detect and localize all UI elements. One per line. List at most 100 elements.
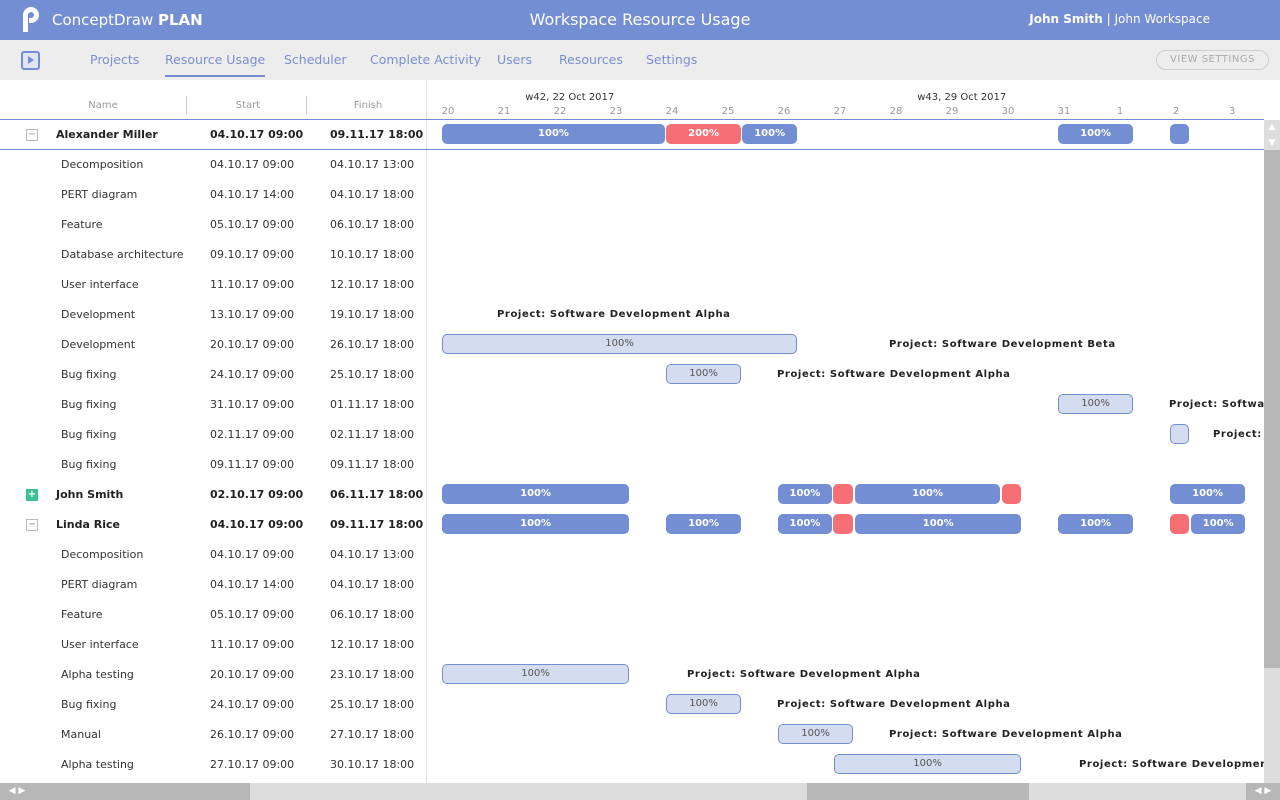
row-name: Database architecture (61, 248, 184, 261)
scroll-left-right-icon[interactable]: ◀ ▶ (0, 783, 34, 800)
day-label: 28 (886, 106, 906, 117)
expand-icon[interactable]: + (26, 489, 38, 501)
column-resizer[interactable] (186, 96, 187, 114)
scroll-left-right-icon[interactable]: ◀ ▶ (1246, 783, 1280, 800)
row-start: 11.10.17 09:00 (210, 638, 294, 651)
row-name: Decomposition (61, 158, 143, 171)
column-finish[interactable]: Finish (308, 100, 428, 111)
row-start: 09.11.17 09:00 (210, 458, 294, 471)
overload-bar[interactable] (1170, 514, 1189, 534)
tab-complete-activity[interactable]: Complete Activity (370, 52, 481, 67)
day-label: 21 (494, 106, 514, 117)
scroll-up-icon[interactable]: ▲ (1264, 122, 1280, 132)
tab-users[interactable]: Users (497, 52, 532, 67)
workspace-name[interactable]: John Workspace (1115, 12, 1211, 26)
project-label: Project: Software Development Beta (1079, 759, 1264, 770)
row-name: Bug fixing (61, 398, 116, 411)
day-label: 1 (1110, 106, 1130, 117)
project-label: Project: Software Development Alpha (497, 309, 731, 320)
row-name: Manual (61, 728, 101, 741)
tab-settings[interactable]: Settings (646, 52, 697, 67)
user-name[interactable]: John Smith (1029, 12, 1103, 26)
row-name: User interface (61, 278, 139, 291)
usage-bar[interactable]: 100% (442, 514, 629, 534)
row-start: 04.10.17 14:00 (210, 188, 294, 201)
row-finish: 12.10.17 18:00 (330, 278, 414, 291)
gantt-chart: 100%200%100%100%Project: Software Develo… (427, 120, 1264, 783)
row-finish: 30.10.17 18:00 (330, 758, 414, 771)
usage-bar[interactable]: 100% (742, 124, 797, 144)
task-bar[interactable]: 100% (1058, 394, 1133, 414)
usage-bar[interactable]: 100% (778, 514, 832, 534)
week-label: w43, 29 Oct 2017 (917, 92, 1006, 103)
usage-bar[interactable]: 100% (1058, 514, 1133, 534)
row-finish: 04.10.17 18:00 (330, 578, 414, 591)
usage-bar[interactable]: 100% (855, 484, 1000, 504)
overload-bar[interactable] (833, 514, 853, 534)
task-bar[interactable]: 100% (442, 334, 797, 354)
vertical-scrollbar-thumb[interactable] (1264, 150, 1280, 668)
day-label: 3 (1222, 106, 1242, 117)
usage-bar[interactable]: 100% (855, 514, 1021, 534)
usage-bar[interactable]: 100% (1170, 484, 1245, 504)
tab-scheduler[interactable]: Scheduler (284, 52, 347, 67)
task-bar[interactable]: 100% (834, 754, 1021, 774)
task-bar[interactable] (1170, 424, 1189, 444)
project-label: Project: Software Development Alpha (777, 699, 1011, 710)
task-bar[interactable]: 100% (442, 664, 629, 684)
row-start: 02.11.17 09:00 (210, 428, 294, 441)
overload-bar[interactable] (1002, 484, 1021, 504)
row-finish: 01.11.17 18:00 (330, 398, 414, 411)
tab-projects[interactable]: Projects (90, 52, 139, 67)
scroll-down-icon[interactable]: ▼ (1264, 138, 1280, 148)
view-settings-button[interactable]: VIEW SETTINGS (1156, 50, 1269, 70)
row-finish: 04.10.17 13:00 (330, 158, 414, 171)
row-name: PERT diagram (61, 188, 137, 201)
usage-bar[interactable] (1170, 124, 1189, 144)
day-label: 25 (718, 106, 738, 117)
day-label: 2 (1166, 106, 1186, 117)
usage-bar[interactable]: 100% (1058, 124, 1133, 144)
row-name: Alpha testing (61, 668, 134, 681)
task-bar[interactable]: 100% (778, 724, 853, 744)
gantt-scrollbar-thumb[interactable] (807, 783, 1029, 800)
row-finish: 09.11.17 18:00 (330, 518, 423, 531)
usage-bar[interactable]: 100% (778, 484, 832, 504)
overload-bar[interactable]: 200% (666, 124, 741, 144)
row-start: 27.10.17 09:00 (210, 758, 294, 771)
day-label: 26 (774, 106, 794, 117)
tab-resources[interactable]: Resources (559, 52, 623, 67)
overload-bar[interactable] (833, 484, 853, 504)
task-bar[interactable]: 100% (666, 364, 741, 384)
tab-resource-usage[interactable]: Resource Usage (165, 52, 265, 77)
usage-bar[interactable]: 100% (442, 124, 665, 144)
task-bar[interactable]: 100% (666, 694, 741, 714)
column-resizer[interactable] (306, 96, 307, 114)
row-start: 04.10.17 14:00 (210, 578, 294, 591)
row-name: Alpha testing (61, 758, 134, 771)
collapse-icon[interactable]: − (26, 519, 38, 531)
column-name[interactable]: Name (60, 100, 146, 111)
row-start: 26.10.17 09:00 (210, 728, 294, 741)
column-start[interactable]: Start (188, 100, 308, 111)
row-finish: 23.10.17 18:00 (330, 668, 414, 681)
row-start: 13.10.17 09:00 (210, 308, 294, 321)
row-start: 11.10.17 09:00 (210, 278, 294, 291)
project-label: Project: Software Development Beta (889, 339, 1116, 350)
row-finish: 25.10.17 18:00 (330, 368, 414, 381)
usage-bar[interactable]: 100% (1191, 514, 1245, 534)
sidebar-toggle-icon[interactable] (21, 51, 40, 70)
usage-bar[interactable]: 100% (442, 484, 629, 504)
row-name: Bug fixing (61, 428, 116, 441)
row-name: PERT diagram (61, 578, 137, 591)
row-start: 20.10.17 09:00 (210, 338, 294, 351)
row-finish: 09.11.17 18:00 (330, 458, 414, 471)
left-scrollbar-thumb[interactable] (34, 783, 250, 800)
usage-bar[interactable]: 100% (666, 514, 741, 534)
collapse-icon[interactable]: − (26, 129, 38, 141)
project-label: Project: Software Development Alpha (777, 369, 1011, 380)
user-info[interactable]: John Smith | John Workspace (1029, 12, 1210, 26)
row-start: 04.10.17 09:00 (210, 548, 294, 561)
row-finish: 25.10.17 18:00 (330, 698, 414, 711)
day-label: 29 (942, 106, 962, 117)
